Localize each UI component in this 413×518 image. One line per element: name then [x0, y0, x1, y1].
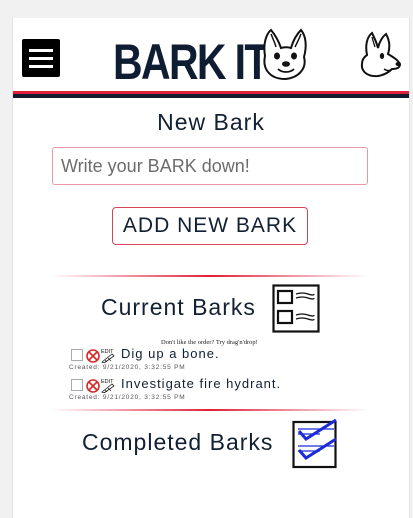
completed-barks-title: Completed Barks	[82, 429, 274, 455]
bark-text: Dig up a bone.	[121, 346, 220, 361]
hamburger-menu-icon[interactable]	[22, 39, 60, 77]
header-dark-rule	[13, 94, 409, 98]
edit-icon[interactable]: EDIT	[100, 377, 118, 393]
divider-current	[51, 275, 369, 277]
bark-list-item[interactable]: EDIT Dig up a bone. Created: 9/21/2020, …	[69, 346, 399, 377]
dog-side-icon	[360, 31, 402, 78]
bark-created-date: Created: 9/21/2020, 3:32:55 PM	[69, 364, 186, 371]
app-logo: BARK IT	[113, 34, 269, 90]
complete-checkbox[interactable]	[71, 349, 83, 361]
current-barks-title: Current Barks	[101, 294, 256, 320]
app-card: BARK IT New Bark ADD NEW BARK Current Ba…	[12, 18, 410, 518]
bark-created-date: Created: 9/21/2020, 3:32:55 PM	[69, 394, 186, 401]
bark-list-item[interactable]: EDIT Investigate fire hydrant. Created: …	[69, 376, 399, 407]
divider-completed	[51, 409, 369, 411]
header: BARK IT	[13, 18, 409, 98]
list-icon	[272, 284, 320, 333]
new-bark-title: New Bark	[157, 109, 265, 135]
delete-icon[interactable]	[86, 379, 100, 393]
edit-icon[interactable]: EDIT	[100, 347, 118, 363]
add-new-bark-button[interactable]: ADD NEW BARK	[112, 207, 308, 245]
checklist-icon	[292, 419, 337, 469]
delete-icon[interactable]	[86, 349, 100, 363]
dog-front-icon	[263, 28, 307, 81]
new-bark-input[interactable]	[52, 147, 368, 185]
bark-text: Investigate fire hydrant.	[121, 376, 282, 391]
drag-drop-tip: Don't like the order? Try drag'n'drop!	[161, 339, 258, 346]
complete-checkbox[interactable]	[71, 379, 83, 391]
